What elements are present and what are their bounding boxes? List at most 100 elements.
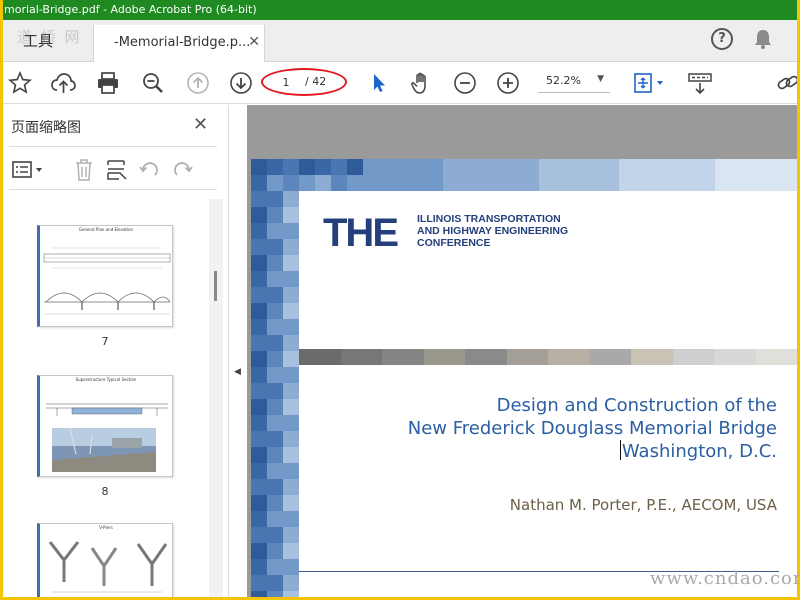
collapse-left-icon[interactable]: ◀ [234, 367, 241, 377]
mosaic-tile [571, 175, 587, 191]
slide-title: Design and Construction of the New Frede… [317, 394, 777, 463]
mosaic-tile [699, 175, 715, 191]
thumbnail-page-9[interactable]: V-Piers [37, 523, 173, 597]
zoom-out-search-icon[interactable] [140, 70, 166, 96]
previous-page-icon[interactable] [185, 70, 211, 96]
mosaic-tile [715, 175, 731, 191]
mosaic-tile [715, 159, 731, 175]
print-icon[interactable] [95, 70, 121, 96]
mosaic-tile [267, 191, 283, 207]
slide-title-line: Washington, D.C. [621, 441, 777, 462]
document-viewer[interactable]: THE ILLINOIS TRANSPORTATION AND HIGHWAY … [247, 105, 797, 597]
mosaic-tile [251, 159, 267, 175]
mosaic-tile [747, 175, 763, 191]
mosaic-tile [267, 271, 283, 287]
mosaic-tile [283, 255, 299, 271]
mosaic-tile [251, 319, 267, 335]
mosaic-tile [251, 527, 267, 543]
mosaic-tile [251, 303, 267, 319]
band-segment [506, 349, 548, 365]
close-tab-icon[interactable]: ✕ [248, 34, 260, 50]
mosaic-tile [267, 431, 283, 447]
tab-tools[interactable]: 工具 [23, 30, 53, 51]
mosaic-tile [315, 175, 331, 191]
mosaic-tile [667, 175, 683, 191]
panel-divider [9, 146, 217, 147]
slide-title-line-with-caret: Washington, D.C. [317, 440, 777, 463]
mosaic-tile [267, 591, 283, 597]
link-icon[interactable] [775, 70, 797, 96]
close-panel-icon[interactable]: ✕ [193, 114, 208, 135]
mosaic-tile [283, 191, 299, 207]
conference-name: ILLINOIS TRANSPORTATION AND HIGHWAY ENGI… [417, 213, 568, 249]
conference-name-line: CONFERENCE [417, 237, 491, 249]
mosaic-tile [283, 319, 299, 335]
thumbnail-page-8[interactable]: Superstructure Typical Section [37, 375, 173, 477]
mosaic-tile [283, 207, 299, 223]
fit-page-icon[interactable] [631, 70, 667, 96]
panel-collapse-handle[interactable]: ◀ [229, 105, 247, 597]
scrollbar-thumb[interactable] [214, 271, 217, 301]
mosaic-tile [251, 479, 267, 495]
mosaic-tile [267, 351, 283, 367]
zoom-out-icon[interactable] [452, 70, 478, 96]
mosaic-tile [267, 255, 283, 271]
mosaic-tile [523, 175, 539, 191]
mosaic-tile [267, 335, 283, 351]
band-segment [299, 349, 341, 365]
mosaic-tile [283, 559, 299, 575]
page-total: / 42 [305, 75, 327, 88]
zoom-in-icon[interactable] [495, 70, 521, 96]
rotate-right-icon[interactable] [170, 157, 196, 183]
mosaic-tile [299, 175, 315, 191]
mosaic-tile [347, 175, 363, 191]
mosaic-tile [283, 415, 299, 431]
cloud-upload-icon[interactable] [50, 70, 76, 96]
thumbnail-scrollbar[interactable] [209, 199, 223, 597]
zoom-value: 52.2% [546, 74, 581, 87]
mosaic-tile [251, 559, 267, 575]
page-number-input[interactable] [273, 74, 299, 90]
mosaic-tile [459, 175, 475, 191]
rotate-left-icon[interactable] [136, 157, 162, 183]
mosaic-tile [251, 255, 267, 271]
mosaic-tile [731, 159, 747, 175]
thumbnail-page-7[interactable]: General Plan and Elevation [37, 225, 173, 327]
mosaic-tile [315, 159, 331, 175]
mosaic-tile [763, 159, 779, 175]
mosaic-tile [539, 159, 555, 175]
mosaic-tile [251, 191, 267, 207]
mosaic-tile [267, 511, 283, 527]
zoom-level-select[interactable]: 52.2% ▼ [538, 71, 610, 93]
mosaic-tile [283, 271, 299, 287]
tab-document[interactable]: -Memorial-Bridge.p... ✕ [93, 25, 265, 63]
select-pointer-icon[interactable] [365, 70, 391, 96]
mosaic-tile [267, 479, 283, 495]
mosaic-tile [283, 335, 299, 351]
thumbnail-page-number: 8 [101, 485, 109, 498]
mosaic-tile [267, 559, 283, 575]
keyboard-scroll-icon[interactable] [687, 70, 713, 96]
mosaic-tile [539, 175, 555, 191]
hand-pan-icon[interactable] [408, 70, 434, 96]
tab-document-label: -Memorial-Bridge.p... [114, 35, 251, 50]
help-icon[interactable]: ? [711, 28, 733, 50]
mosaic-tile [283, 383, 299, 399]
mosaic-tile [395, 159, 411, 175]
mosaic-tile [523, 159, 539, 175]
next-page-icon[interactable] [228, 70, 254, 96]
mosaic-tile [251, 543, 267, 559]
mosaic-tile [603, 159, 619, 175]
conference-name-line: AND HIGHWAY ENGINEERING [417, 225, 569, 237]
mosaic-tile [283, 511, 299, 527]
bell-icon[interactable] [753, 28, 773, 54]
bookmark-star-icon[interactable] [7, 70, 33, 96]
mosaic-tile [251, 207, 267, 223]
page-navigator: / 42 [261, 68, 347, 96]
trash-icon[interactable] [71, 157, 97, 183]
mosaic-tile [587, 175, 603, 191]
insert-page-icon[interactable] [104, 157, 130, 183]
thumbnail-list: General Plan and Elevation 7 Superstruct… [3, 195, 229, 597]
thumbnail-toolbar [3, 153, 229, 189]
thumbnail-options-icon[interactable] [11, 157, 45, 183]
